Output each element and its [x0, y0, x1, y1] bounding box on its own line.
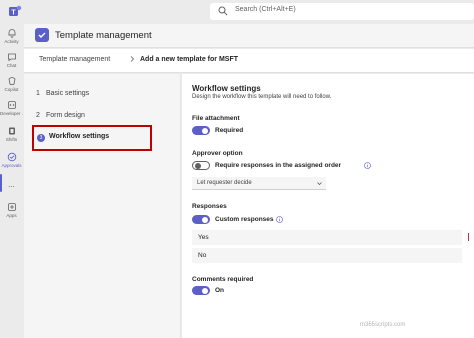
rail-item-more[interactable]: ...: [0, 179, 23, 189]
rail-item-chat[interactable]: Chat: [0, 52, 23, 68]
breadcrumb-root-link[interactable]: Template management: [39, 56, 110, 63]
response-item-text: No: [198, 252, 207, 259]
section-description: Design the workflow this template will n…: [192, 94, 332, 100]
dropdown-value: Let requester decide: [197, 180, 252, 186]
app-title: Template management: [55, 30, 152, 41]
approver-option-label: Approver option: [192, 150, 243, 157]
approver-decision-dropdown[interactable]: Let requester decide: [192, 177, 326, 190]
step-number-badge: 3: [37, 134, 45, 142]
step-basic-settings[interactable]: 1 Basic settings: [36, 90, 89, 97]
rail-label-copilot: Copilot: [4, 87, 19, 92]
teams-logo-icon[interactable]: T: [8, 4, 22, 18]
more-icon: ...: [8, 180, 15, 189]
top-bar: T Search (Ctrl+Alt+E): [0, 0, 474, 24]
breadcrumb-current: Add a new template for MSFT: [140, 56, 239, 63]
app-rail: Activity Chat Copilot Developer ... Shif…: [0, 24, 23, 338]
rail-label-apps: Apps: [6, 213, 17, 218]
svg-text:T: T: [11, 9, 16, 16]
response-item[interactable]: No: [192, 248, 462, 263]
approver-order-toggle[interactable]: [192, 161, 210, 170]
delete-response-icon[interactable]: [468, 233, 469, 241]
chevron-down-icon: [317, 182, 322, 186]
apps-icon: [7, 203, 16, 211]
rail-label-shifts: Shifts: [5, 137, 18, 142]
search-placeholder: Search (Ctrl+Alt+E): [235, 6, 296, 13]
search-box[interactable]: Search (Ctrl+Alt+E): [210, 3, 474, 20]
comments-required-toggle-text: On: [215, 287, 225, 294]
custom-responses-toggle-text: Custom responses: [215, 216, 274, 223]
approver-order-toggle-text: Require responses in the assigned order: [215, 162, 342, 169]
comments-required-toggle[interactable]: [192, 286, 210, 295]
step-label: Basic settings: [46, 90, 90, 97]
approvals-app-icon: [35, 28, 49, 42]
app-header: Template management: [24, 24, 474, 48]
approvals-icon: [7, 152, 16, 162]
rail-item-shifts[interactable]: Shifts: [0, 126, 23, 142]
file-attachment-toggle[interactable]: [192, 126, 210, 135]
shifts-icon: [8, 127, 15, 135]
file-attachment-toggle-text: Required: [215, 127, 244, 134]
rail-item-apps[interactable]: Apps: [0, 202, 23, 218]
bell-icon: [8, 29, 15, 38]
info-icon[interactable]: [276, 216, 283, 223]
developer-icon: [7, 101, 16, 109]
workflow-settings-panel: Workflow settings Design the workflow th…: [182, 74, 474, 338]
responses-label: Responses: [192, 203, 227, 210]
watermark: m365scripts.com: [360, 322, 406, 328]
search-icon: [218, 6, 228, 16]
section-title: Workflow settings: [192, 84, 261, 93]
rail-item-copilot[interactable]: Copilot: [0, 76, 23, 92]
custom-responses-toggle[interactable]: [192, 215, 210, 224]
response-item-text: Yes: [198, 234, 209, 241]
rail-label-chat: Chat: [6, 63, 17, 68]
rail-label-developer: Developer ...: [0, 111, 23, 116]
step-workflow-settings[interactable]: 3 Workflow settings: [32, 125, 152, 151]
step-label: Workflow settings: [49, 133, 110, 140]
step-number: 2: [36, 112, 40, 119]
step-label: Form design: [46, 112, 85, 119]
breadcrumb: Template management Add a new template f…: [24, 49, 474, 73]
step-form-design[interactable]: 2 Form design: [36, 112, 85, 119]
rail-item-approvals[interactable]: Approvals: [0, 152, 23, 168]
rail-label-activity: Activity: [4, 39, 19, 44]
chevron-right-icon: [130, 56, 135, 62]
rail-item-developer[interactable]: Developer ...: [0, 100, 23, 116]
copilot-icon: [8, 77, 15, 86]
wizard-steps: 1 Basic settings 2 Form design 3 Workflow …: [24, 74, 181, 338]
info-icon[interactable]: [364, 162, 371, 169]
rail-item-activity[interactable]: Activity: [0, 28, 23, 44]
comments-required-label: Comments required: [192, 276, 254, 283]
response-item[interactable]: Yes: [192, 230, 462, 245]
step-number: 1: [36, 90, 40, 97]
chat-icon: [7, 53, 16, 62]
rail-label-approvals: Approvals: [1, 163, 22, 168]
file-attachment-label: File attachment: [192, 115, 240, 122]
